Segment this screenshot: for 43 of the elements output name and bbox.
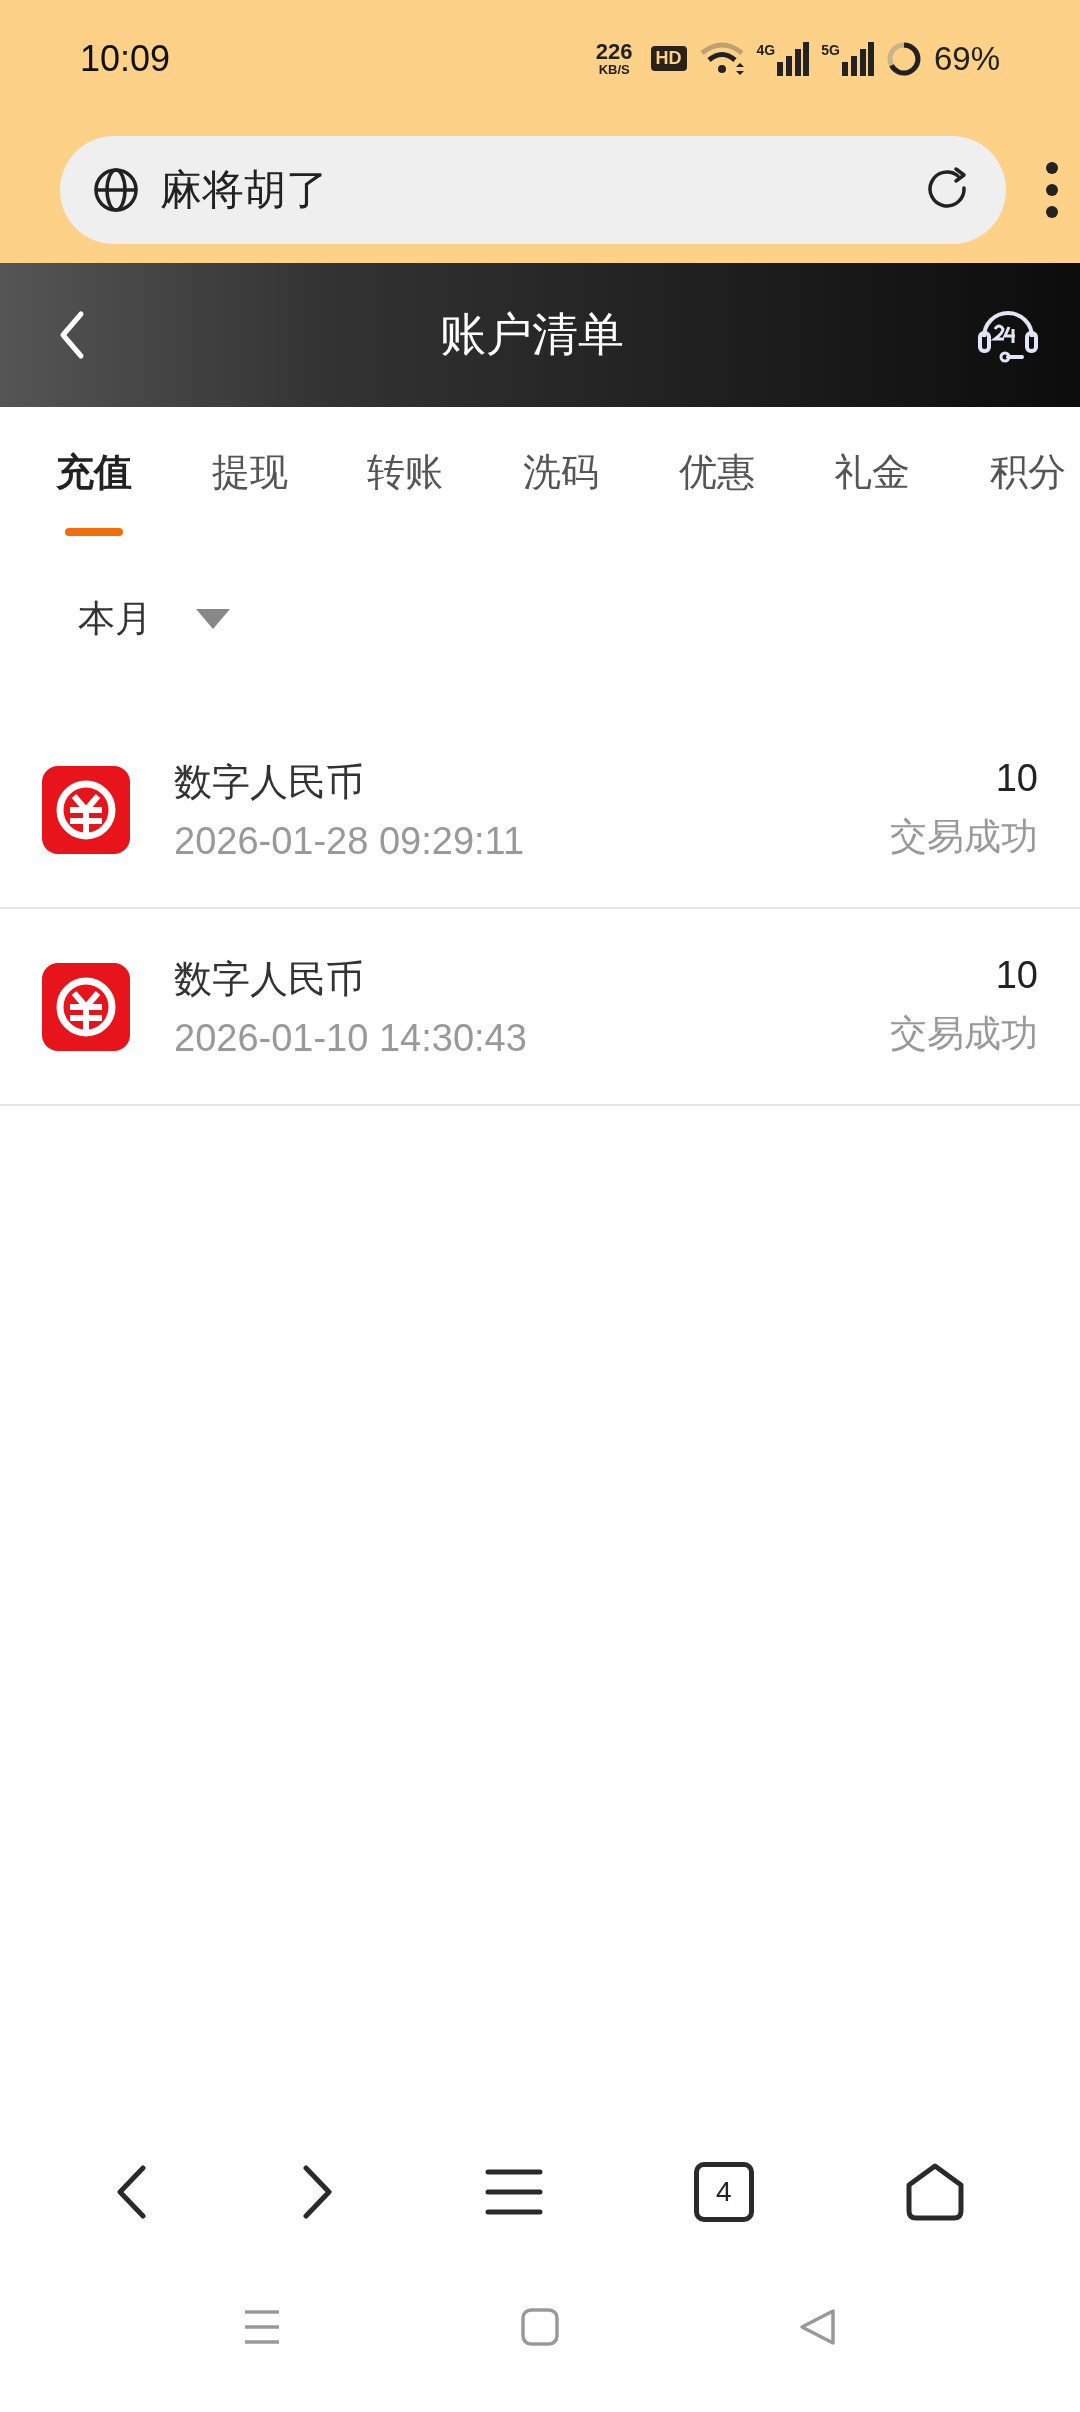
network-speed: 226 (595, 41, 633, 63)
yuan-logo-icon (42, 765, 130, 854)
transaction-row[interactable]: 数字人民币 2026-01-10 14:30:43 10 交易成功 (0, 909, 1080, 1106)
menu-icon[interactable] (485, 2168, 543, 2216)
transaction-amount: 10 (995, 757, 1038, 800)
transaction-time: 2026-01-28 09:29:11 (174, 819, 526, 863)
signal-icon (841, 41, 874, 76)
dropdown-caret-icon (196, 608, 230, 629)
tab[interactable]: 积分 (989, 447, 1066, 545)
globe-icon (92, 166, 140, 214)
more-icon[interactable] (1044, 160, 1060, 220)
speed-unit: KB/S (598, 63, 630, 76)
transaction-amount: 10 (995, 954, 1038, 997)
battery-icon (885, 40, 922, 77)
transaction-status: 交易成功 (890, 1011, 1038, 1057)
recents-icon[interactable] (243, 2309, 281, 2345)
tab[interactable]: 礼金 (834, 447, 911, 545)
tab[interactable]: 洗码 (522, 447, 599, 545)
clock-time: 10:09 (80, 37, 171, 80)
yuan-logo-icon (42, 962, 130, 1051)
network-type: 5G (821, 41, 840, 58)
tab[interactable]: 提现 (211, 447, 288, 545)
header-title: 账户清单 (439, 306, 624, 363)
transaction-time: 2026-01-10 14:30:43 (174, 1016, 528, 1060)
hd-badge: HD (650, 46, 687, 71)
tab[interactable]: 充值 (56, 447, 132, 545)
signal-icon (777, 41, 810, 76)
network-type: 4G (756, 41, 776, 58)
tab-indicator (65, 528, 123, 536)
address-bar[interactable]: 麻将胡了 (60, 136, 1006, 244)
transaction-status: 交易成功 (890, 814, 1038, 860)
month-dropdown[interactable]: 本月 (0, 547, 230, 652)
transaction-row[interactable]: 数字人民币 2026-01-28 09:29:11 10 交易成功 (0, 712, 1080, 909)
tab[interactable]: 转账 (367, 447, 444, 545)
transaction-name: 数字人民币 (174, 758, 365, 806)
transaction-name: 数字人民币 (174, 955, 365, 1003)
home-icon[interactable] (904, 2163, 965, 2221)
tab[interactable]: 优惠 (678, 447, 755, 545)
tabs-button[interactable]: 4 (693, 2162, 754, 2222)
wifi-icon (698, 40, 745, 77)
battery-percent: 69% (933, 39, 1000, 78)
forward-icon[interactable] (300, 2165, 335, 2219)
page-title: 麻将胡了 (160, 164, 329, 216)
